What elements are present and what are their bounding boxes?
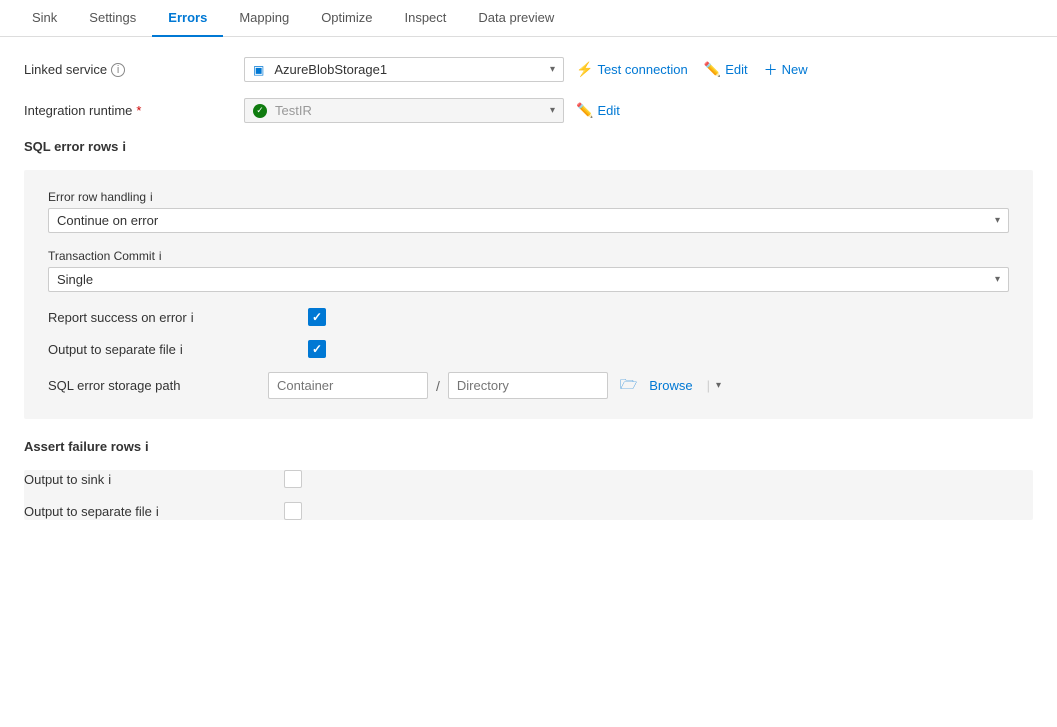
new-linked-service-icon: ＋ bbox=[764, 60, 778, 80]
integration-runtime-chevron-icon: ▾ bbox=[550, 105, 555, 116]
tabs-bar: Sink Settings Errors Mapping Optimize In… bbox=[0, 0, 1057, 37]
browse-button[interactable]: Browse bbox=[641, 378, 700, 393]
directory-input[interactable] bbox=[448, 372, 608, 399]
tab-sink[interactable]: Sink bbox=[16, 0, 73, 37]
container-input[interactable] bbox=[268, 372, 428, 399]
error-row-handling-chevron-icon: ▾ bbox=[995, 215, 1000, 226]
integration-runtime-dropdown[interactable]: TestIR ▾ bbox=[244, 98, 564, 123]
output-separate-checkbox[interactable] bbox=[308, 340, 326, 358]
integration-runtime-label: Integration runtime * bbox=[24, 103, 244, 118]
output-to-sink-info-icon[interactable]: i bbox=[108, 472, 111, 487]
main-content: Linked service i ▣ AzureBlobStorage1 ▾ ⚡… bbox=[0, 37, 1057, 560]
report-success-label-group: Report success on error i bbox=[48, 310, 308, 325]
assert-failure-rows-title: Assert failure rows i bbox=[24, 439, 1033, 454]
linked-service-row: Linked service i ▣ AzureBlobStorage1 ▾ ⚡… bbox=[24, 57, 1033, 82]
assert-output-separate-checkbox[interactable] bbox=[284, 502, 302, 520]
error-row-handling-info-icon[interactable]: i bbox=[150, 190, 153, 204]
transaction-commit-value: Single bbox=[57, 272, 995, 287]
edit-runtime-button[interactable]: ✏️ Edit bbox=[576, 102, 620, 119]
assert-output-separate-row: Output to separate file i bbox=[24, 502, 1033, 520]
browse-divider: | bbox=[707, 378, 710, 393]
linked-service-dropdown[interactable]: ▣ AzureBlobStorage1 ▾ bbox=[244, 57, 564, 82]
transaction-commit-info-icon[interactable]: i bbox=[159, 249, 162, 263]
sql-error-rows-section: Error row handling i Continue on error ▾… bbox=[24, 170, 1033, 419]
edit-linked-service-icon: ✏️ bbox=[704, 61, 721, 78]
linked-service-value: AzureBlobStorage1 bbox=[274, 62, 387, 77]
error-row-handling-value: Continue on error bbox=[57, 213, 995, 228]
linked-service-chevron-icon: ▾ bbox=[550, 64, 555, 75]
output-separate-row: Output to separate file i bbox=[48, 340, 1009, 358]
assert-failure-rows-info-icon[interactable]: i bbox=[145, 439, 149, 454]
linked-service-actions: ⚡ Test connection ✏️ Edit ＋ New bbox=[576, 60, 808, 80]
integration-runtime-value: TestIR bbox=[275, 103, 312, 118]
output-to-sink-checkbox[interactable] bbox=[284, 470, 302, 488]
tab-mapping[interactable]: Mapping bbox=[223, 0, 305, 37]
runtime-status-icon bbox=[253, 104, 267, 118]
tab-errors[interactable]: Errors bbox=[152, 0, 223, 37]
transaction-commit-group: Transaction Commit i Single ▾ bbox=[48, 249, 1009, 292]
error-row-handling-group: Error row handling i Continue on error ▾ bbox=[48, 190, 1009, 233]
storage-icon: ▣ bbox=[253, 63, 264, 77]
path-separator: / bbox=[436, 378, 440, 394]
assert-failure-rows-section: Output to sink i Output to separate file… bbox=[24, 470, 1033, 520]
transaction-commit-chevron-icon: ▾ bbox=[995, 274, 1000, 285]
test-connection-button[interactable]: ⚡ Test connection bbox=[576, 61, 688, 78]
edit-runtime-icon: ✏️ bbox=[576, 102, 593, 119]
report-success-checkbox[interactable] bbox=[308, 308, 326, 326]
integration-runtime-actions: ✏️ Edit bbox=[576, 102, 620, 119]
error-row-handling-label: Error row handling i bbox=[48, 190, 1009, 204]
report-success-row: Report success on error i bbox=[48, 308, 1009, 326]
test-connection-icon: ⚡ bbox=[576, 61, 593, 78]
report-success-info-icon[interactable]: i bbox=[191, 310, 194, 325]
sql-error-rows-title: SQL error rows i bbox=[24, 139, 1033, 154]
transaction-commit-label: Transaction Commit i bbox=[48, 249, 1009, 263]
tab-inspect[interactable]: Inspect bbox=[388, 0, 462, 37]
browse-chevron-icon[interactable]: ▾ bbox=[716, 380, 721, 391]
storage-path-label: SQL error storage path bbox=[48, 378, 268, 393]
output-separate-label-group: Output to separate file i bbox=[48, 342, 308, 357]
error-row-handling-dropdown[interactable]: Continue on error ▾ bbox=[48, 208, 1009, 233]
linked-service-label: Linked service i bbox=[24, 62, 244, 77]
assert-output-separate-info-icon[interactable]: i bbox=[156, 504, 159, 519]
integration-runtime-row: Integration runtime * TestIR ▾ ✏️ Edit bbox=[24, 98, 1033, 123]
new-linked-service-button[interactable]: ＋ New bbox=[764, 60, 808, 80]
assert-output-separate-label-group: Output to separate file i bbox=[24, 504, 284, 519]
tab-optimize[interactable]: Optimize bbox=[305, 0, 388, 37]
output-to-sink-row: Output to sink i bbox=[24, 470, 1033, 488]
storage-path-inputs: / 🗁 Browse | ▾ bbox=[268, 372, 721, 399]
output-separate-info-icon[interactable]: i bbox=[180, 342, 183, 357]
storage-path-row: SQL error storage path / 🗁 Browse | ▾ bbox=[48, 372, 1009, 399]
edit-linked-service-button[interactable]: ✏️ Edit bbox=[704, 61, 748, 78]
output-to-sink-label-group: Output to sink i bbox=[24, 472, 284, 487]
folder-icon: 🗁 bbox=[620, 374, 637, 398]
tab-data-preview[interactable]: Data preview bbox=[462, 0, 570, 37]
tab-settings[interactable]: Settings bbox=[73, 0, 152, 37]
sql-error-rows-info-icon[interactable]: i bbox=[122, 139, 126, 154]
linked-service-info-icon[interactable]: i bbox=[111, 63, 125, 77]
transaction-commit-dropdown[interactable]: Single ▾ bbox=[48, 267, 1009, 292]
